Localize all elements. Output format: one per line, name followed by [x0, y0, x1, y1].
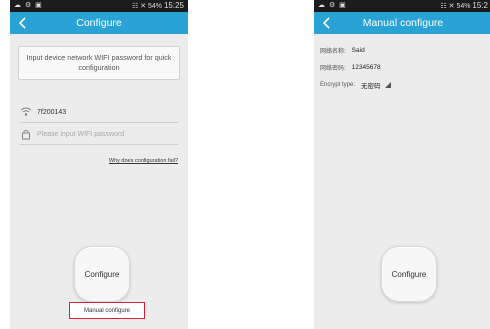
encrypt-type-select[interactable]: Encrypt type: 无密码 [320, 80, 391, 90]
lock-icon [22, 129, 30, 140]
dropdown-arrow-icon [384, 82, 391, 88]
status-icons-left: ☁ ⚙ ▣ [14, 2, 43, 9]
wifi-ssid-row: 7f200143 [20, 105, 178, 123]
status-time: 15:2 [472, 1, 488, 10]
why-fail-link[interactable]: Why does configuration fail? [109, 158, 178, 164]
password-field[interactable]: Please input WIFI password [20, 127, 178, 145]
configure-button[interactable]: Configure [381, 246, 437, 302]
network-password-value: 12345678 [351, 64, 381, 71]
wifi-ssid: 7f200143 [37, 108, 67, 116]
back-arrow-icon[interactable] [320, 16, 334, 30]
title-bar: Configure [10, 12, 188, 34]
network-name-value: Said [351, 47, 365, 54]
encrypt-type-label: Encrypt type: [320, 82, 356, 88]
network-name-label: 网络名称: [320, 49, 346, 55]
network-name-field[interactable]: 网络名称: Said [320, 46, 365, 55]
page-title: Manual configure [362, 17, 444, 29]
manual-configure-button[interactable]: Manual configure [69, 302, 145, 319]
password-placeholder: Please input WIFI password [37, 130, 125, 138]
manual-configure-screen: ☁ ⚙ ▣ ☷ ✕ 54% 15:2 Manual configure 网络名称… [314, 0, 490, 329]
status-icons-left: ☁ ⚙ ▣ [318, 2, 347, 9]
status-bar: ☁ ⚙ ▣ ☷ ✕ 54% 15:2 [314, 0, 490, 12]
encrypt-type-value: 无密码 [361, 83, 381, 90]
network-password-label: 网络密码: [320, 66, 346, 72]
status-time: 15:25 [163, 1, 184, 10]
network-password-field[interactable]: 网络密码: 12345678 [320, 63, 381, 72]
wifi-icon [20, 107, 32, 116]
instruction-text: Input device network WIFI password for q… [18, 46, 180, 80]
configure-button[interactable]: Configure [74, 246, 130, 302]
status-icons-right: ☷ ✕ 54% [131, 3, 163, 10]
back-arrow-icon[interactable] [16, 16, 30, 30]
status-icons-right: ☷ ✕ 54% [440, 3, 471, 10]
status-bar: ☁ ⚙ ▣ ☷ ✕ 54% 15:25 [10, 0, 188, 12]
title-bar: Manual configure [314, 12, 490, 34]
page-title: Configure [76, 17, 122, 29]
configure-screen: ☁ ⚙ ▣ ☷ ✕ 54% 15:25 Configure Input devi… [10, 0, 188, 329]
